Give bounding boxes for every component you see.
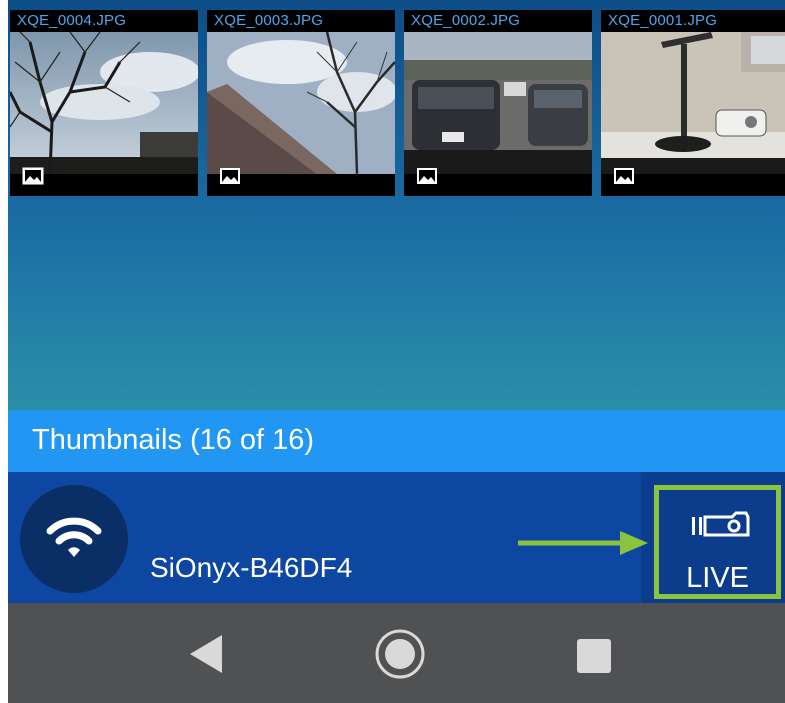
home-circle-icon[interactable] [374, 628, 426, 680]
live-button-label: LIVE [686, 562, 749, 594]
thumbnail-filename: XQE_0001.JPG [608, 12, 718, 29]
gallery-area: XQE_0004.JPG XQE_0003.JPG XQE_0002.JPG X… [8, 0, 785, 410]
image-icon [417, 168, 437, 184]
thumbnail-item[interactable]: XQE_0004.JPG [10, 10, 198, 196]
thumbnail-row: XQE_0004.JPG XQE_0003.JPG XQE_0002.JPG X… [10, 10, 785, 196]
wifi-status-button[interactable] [20, 485, 128, 593]
thumbnail-photo [207, 32, 395, 174]
back-triangle-icon[interactable] [188, 633, 224, 675]
thumbnail-filename: XQE_0002.JPG [411, 12, 521, 29]
camera-app: XQE_0004.JPG XQE_0003.JPG XQE_0002.JPG X… [8, 0, 785, 703]
camera-icon [692, 511, 750, 537]
connection-bar: SiOnyx-B46DF4 LIVE [8, 472, 785, 603]
thumbnail-photo [10, 32, 198, 174]
thumbnail-item[interactable]: XQE_0002.JPG [404, 10, 592, 196]
thumbnail-filename: XQE_0004.JPG [17, 12, 127, 29]
live-view-button[interactable]: LIVE [654, 485, 781, 599]
thumbnail-photo [601, 32, 785, 174]
image-icon [220, 168, 240, 184]
recents-square-icon[interactable] [577, 639, 611, 673]
arrow-right-icon [518, 531, 648, 555]
thumbnail-item[interactable]: XQE_0003.JPG [207, 10, 395, 196]
thumbnails-banner: Thumbnails (16 of 16) [8, 410, 785, 472]
thumbnails-count-title: Thumbnails (16 of 16) [32, 424, 315, 456]
thumbnail-photo [404, 32, 592, 174]
thumbnail-item[interactable]: XQE_0001.JPG [601, 10, 785, 196]
camera-ssid: SiOnyx-B46DF4 [150, 552, 353, 583]
image-icon [22, 167, 44, 185]
wifi-icon [46, 517, 102, 557]
image-icon [614, 168, 634, 184]
thumbnail-filename: XQE_0003.JPG [214, 12, 324, 29]
android-nav-bar [8, 603, 785, 703]
